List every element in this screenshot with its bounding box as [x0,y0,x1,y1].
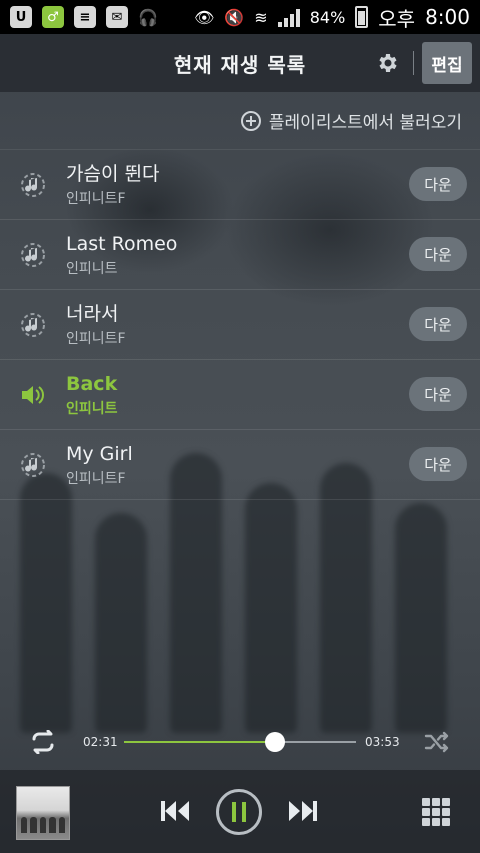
download-button[interactable]: 다운 [409,167,467,201]
music-note-icon [0,242,66,268]
seek-bar[interactable] [124,732,356,752]
current-time: 02:31 [83,735,118,749]
download-button[interactable]: 다운 [409,447,467,481]
battery-percent: 84% [309,7,346,27]
sms-icon: ✉ [106,6,128,28]
clock-ampm: 오후 [378,6,416,31]
previous-icon[interactable] [158,798,192,824]
progress-area: 02:31 03:53 [0,722,480,762]
track-list: 가슴이 뛴다 인피니트F 다운 Last Romeo 인피니트 다운 너라서 인… [0,150,480,500]
app-header: 현재 재생 목록 편집 [0,34,480,92]
music-note-icon [0,452,66,478]
load-from-playlist-label: 플레이리스트에서 불러오기 [268,113,462,133]
header-divider [413,51,414,75]
edit-button[interactable]: 편집 [422,42,472,84]
track-row[interactable]: My Girl 인피니트F 다운 [0,430,480,500]
track-row[interactable]: 가슴이 뛴다 인피니트F 다운 [0,150,480,220]
load-from-playlist-button[interactable]: 플레이리스트에서 불러오기 [0,92,480,150]
download-button[interactable]: 다운 [409,237,467,271]
next-icon[interactable] [286,798,320,824]
total-time: 03:53 [365,735,400,749]
pause-icon[interactable] [216,789,262,835]
speaker-icon [0,384,66,406]
music-note-icon [0,312,66,338]
download-button[interactable]: 다운 [409,307,467,341]
download-button[interactable]: 다운 [409,377,467,411]
gear-icon[interactable] [374,50,400,76]
seek-knob[interactable] [264,732,285,752]
notes-icon: ≡ [74,6,96,28]
player-controls [0,770,480,853]
music-note-icon [0,172,66,198]
u-plus-icon: U [10,6,32,28]
battery-icon [355,6,369,28]
seek-bar-fill [124,741,275,743]
shuffle-icon[interactable] [424,730,452,754]
app-notification-icon: ♂ [42,6,64,28]
page-title: 현재 재생 목록 [173,52,307,77]
album-art-thumbnail[interactable] [16,786,70,840]
track-row[interactable]: 너라서 인피니트F 다운 [0,290,480,360]
track-row-now-playing[interactable]: Back 인피니트 다운 [0,360,480,430]
wifi-icon: ≋ [254,7,268,27]
status-bar: U ♂ ≡ ✉ 🎧 👁 🔇 ≋ 84% 오후 8:00 [0,0,480,34]
grid-menu-icon[interactable] [422,798,450,826]
repeat-icon[interactable] [28,729,58,755]
mute-icon: 🔇 [224,7,245,27]
plus-circle-icon [240,110,261,131]
clock-time: 8:00 [425,5,470,29]
headphones-icon: 🎧 [138,7,158,27]
track-row[interactable]: Last Romeo 인피니트 다운 [0,220,480,290]
eye-icon: 👁 [194,7,215,27]
signal-icon [277,7,300,27]
